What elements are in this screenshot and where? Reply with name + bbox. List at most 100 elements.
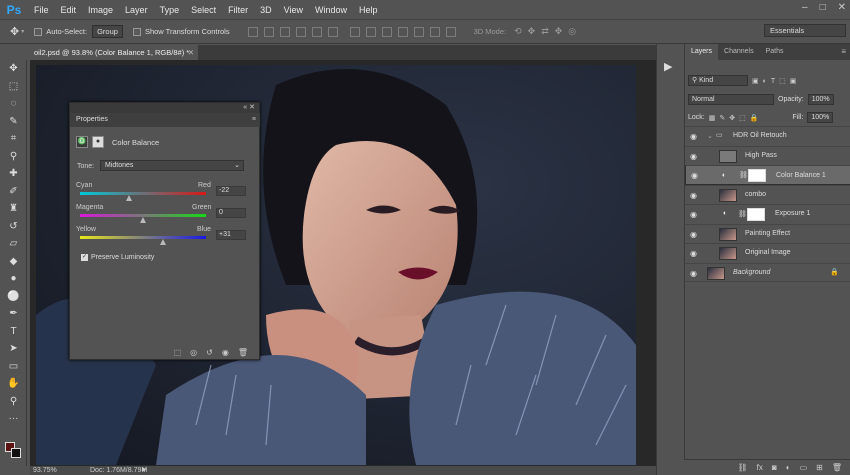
eye-icon[interactable]: ◉ <box>690 132 697 141</box>
blur-tool-icon[interactable]: ● <box>0 270 27 288</box>
dodge-tool-icon[interactable]: ⚪ <box>0 288 27 306</box>
align-top-icon[interactable] <box>247 26 258 37</box>
add-mask-icon[interactable]: ◙ <box>772 463 777 472</box>
eye-icon[interactable]: ◉ <box>690 249 697 258</box>
visibility-eye-icon[interactable]: ◉ <box>222 348 229 357</box>
layer-row[interactable]: ◉ Painting Effect <box>685 223 850 244</box>
rectangle-tool-icon[interactable]: ▭ <box>0 358 27 376</box>
tone-dropdown[interactable]: Midtones ⌄ <box>100 160 244 171</box>
distribute-top-icon[interactable] <box>349 26 360 37</box>
menu-3d[interactable]: 3D <box>254 5 278 15</box>
reset-icon[interactable]: ↺ <box>206 348 213 357</box>
brush-tool-icon[interactable]: ✐ <box>0 183 27 201</box>
align-hcenter-icon[interactable] <box>311 26 322 37</box>
clone-stamp-tool-icon[interactable]: ♜ <box>0 200 27 218</box>
eye-icon[interactable]: ◉ <box>690 152 697 161</box>
cyan-red-slider[interactable] <box>80 192 206 195</box>
cyan-red-thumb[interactable] <box>126 195 133 201</box>
zoom-tool-icon[interactable]: ⚲ <box>0 393 27 411</box>
blend-mode-dropdown[interactable]: Normal <box>688 94 774 105</box>
path-selection-tool-icon[interactable]: ➤ <box>0 340 27 358</box>
layer-mask-thumbnail[interactable] <box>747 208 765 221</box>
distribute-vcenter-icon[interactable] <box>365 26 376 37</box>
paint-bucket-tool-icon[interactable]: ◆ <box>0 253 27 271</box>
minimize-icon[interactable]: – <box>802 2 808 13</box>
quick-select-tool-icon[interactable]: ✎ <box>0 113 27 131</box>
type-tool-icon[interactable]: T <box>0 323 27 341</box>
workspace-dropdown[interactable]: Essentials <box>764 24 846 37</box>
yellow-blue-slider[interactable] <box>80 236 206 239</box>
cyan-red-value[interactable]: -22 <box>216 186 246 196</box>
align-vcenter-icon[interactable] <box>263 26 274 37</box>
layer-row[interactable]: ◉ combo <box>685 184 850 205</box>
properties-tab[interactable]: Properties ≡ <box>70 113 260 127</box>
layer-row[interactable]: ◉ Original Image <box>685 243 850 263</box>
menu-window[interactable]: Window <box>309 5 353 15</box>
menu-select[interactable]: Select <box>185 5 222 15</box>
status-menu-icon[interactable]: ▶ <box>142 466 147 475</box>
tab-channels[interactable]: Channels <box>718 44 760 60</box>
zoom-level[interactable]: 93.75% <box>33 466 57 475</box>
adjustment-layer-icon[interactable]: ◐ <box>786 463 791 472</box>
close-tab-icon[interactable]: ✕ <box>188 45 194 60</box>
healing-brush-tool-icon[interactable]: ✚ <box>0 165 27 183</box>
filter-type-icons[interactable]: ▣◐T⬚▣ <box>752 77 800 85</box>
close-icon[interactable]: ✕ <box>838 2 846 13</box>
play-icon[interactable]: ▶ <box>664 60 672 73</box>
trash-icon[interactable]: 🗑 <box>832 463 842 472</box>
collapse-close-icon[interactable]: « ✕ <box>243 103 255 111</box>
clip-to-layer-icon[interactable]: ⬚ <box>174 348 182 357</box>
move-tool-icon[interactable]: ✥ <box>0 60 27 78</box>
menu-type[interactable]: Type <box>154 5 186 15</box>
menu-image[interactable]: Image <box>82 5 119 15</box>
preserve-luminosity-checkbox[interactable]: ✓ <box>81 254 88 261</box>
more-tools-icon[interactable]: ··· <box>0 410 27 428</box>
align-bottom-icon[interactable] <box>279 26 290 37</box>
menu-edit[interactable]: Edit <box>55 5 83 15</box>
auto-select-dropdown[interactable]: Group <box>92 25 123 38</box>
distribute-left-icon[interactable] <box>397 26 408 37</box>
menu-layer[interactable]: Layer <box>119 5 154 15</box>
background-color-swatch[interactable] <box>11 448 21 458</box>
layer-row[interactable]: ◉ High Pass <box>685 145 850 166</box>
chevron-down-icon[interactable]: ⌄ <box>707 132 713 140</box>
auto-select-checkbox[interactable] <box>34 27 43 36</box>
distribute-hcenter-icon[interactable] <box>413 26 424 37</box>
panel-menu-icon[interactable]: ≡ <box>252 113 256 127</box>
tab-layers[interactable]: Layers <box>685 44 719 60</box>
fx-icon[interactable]: fx <box>757 463 763 472</box>
new-group-icon[interactable]: ▭ <box>800 463 808 472</box>
chevron-down-icon[interactable]: ▾ <box>21 28 24 35</box>
maximize-icon[interactable]: □ <box>820 2 826 13</box>
distribute-bottom-icon[interactable] <box>381 26 392 37</box>
opacity-input[interactable]: 100% <box>807 94 834 105</box>
magenta-green-value[interactable]: 0 <box>216 208 246 218</box>
menu-filter[interactable]: Filter <box>222 5 254 15</box>
menu-file[interactable]: File <box>28 5 55 15</box>
magenta-green-thumb[interactable] <box>140 217 146 223</box>
history-brush-tool-icon[interactable]: ↺ <box>0 218 27 236</box>
yellow-blue-thumb[interactable] <box>159 239 166 245</box>
layer-row[interactable]: ◉ ◐ ⛓ Exposure 1 <box>685 204 850 224</box>
show-transform-checkbox[interactable] <box>132 27 141 36</box>
lasso-tool-icon[interactable]: ◌ <box>0 95 27 113</box>
eraser-tool-icon[interactable]: ▱ <box>0 235 27 253</box>
hand-tool-icon[interactable]: ✋ <box>0 375 27 393</box>
eye-icon[interactable]: ◉ <box>691 171 698 181</box>
marquee-tool-icon[interactable]: ⬚ <box>0 78 27 96</box>
eyedropper-tool-icon[interactable]: ⚲ <box>0 148 27 166</box>
menu-help[interactable]: Help <box>353 5 384 15</box>
link-layers-icon[interactable]: ⛓ <box>738 463 748 472</box>
layer-row[interactable]: ◉ ⌄ ▭ HDR Oil Retouch <box>685 126 850 146</box>
mask-icon[interactable]: ● <box>92 136 104 148</box>
panel-menu-icon[interactable]: ≡ <box>841 44 846 60</box>
distribute-right-icon[interactable] <box>429 26 440 37</box>
pen-tool-icon[interactable]: ✒ <box>0 305 27 323</box>
layer-row[interactable]: ◉ Background 🔒 <box>685 262 850 282</box>
auto-align-icon[interactable] <box>445 26 456 37</box>
preserve-luminosity[interactable]: ✓ Preserve Luminosity <box>81 254 154 261</box>
fill-input[interactable]: 100% <box>807 112 834 123</box>
properties-panel-header[interactable]: « ✕ <box>70 103 259 113</box>
document-tab[interactable]: oil2.psd @ 93.8% (Color Balance 1, RGB/8… <box>30 45 198 60</box>
view-previous-state-icon[interactable]: ◎ <box>190 348 197 357</box>
